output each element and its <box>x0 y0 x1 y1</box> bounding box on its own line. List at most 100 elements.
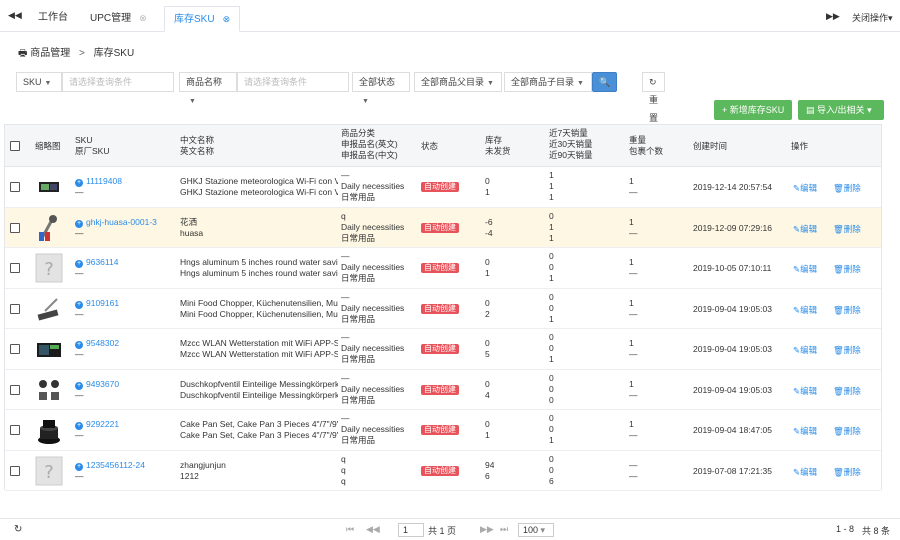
sku-link[interactable]: +9292221 <box>75 419 119 430</box>
caret-down-icon: ▼ <box>577 80 584 87</box>
created-time: 2019-12-14 20:57:54 <box>693 182 772 192</box>
product-thumbnail[interactable] <box>35 171 63 203</box>
table-row[interactable]: +9493670— Duschkopfventil Einteilige Mess… <box>5 369 881 410</box>
sales-cell: 001 <box>549 251 554 283</box>
row-checkbox[interactable] <box>10 263 20 273</box>
name-search-input[interactable]: 请选择查询条件 <box>237 72 349 92</box>
table-row[interactable]: +9548302— Mzcc WLAN Wetterstation mit WiF… <box>5 329 881 370</box>
name-field-select[interactable]: 商品名称▼ <box>179 72 237 105</box>
import-export-button[interactable]: ▤ 导入/出相关 ▾ <box>798 100 884 120</box>
expand-plus-icon[interactable]: + <box>75 260 83 268</box>
edit-button[interactable]: ✎编辑 <box>793 223 817 235</box>
row-checkbox[interactable] <box>10 465 20 476</box>
expand-plus-icon[interactable]: + <box>75 381 83 390</box>
parent-category-select[interactable]: 全部商品父目录 ▼ <box>414 72 502 92</box>
delete-button[interactable]: 🗑删除 <box>833 466 861 478</box>
sku-link[interactable]: +9493670 <box>75 379 119 390</box>
prev-page-icon[interactable]: ◀◀ <box>366 524 380 535</box>
tab-inventory-sku[interactable]: 库存SKU ⊗ <box>164 6 241 32</box>
trash-icon: 🗑 <box>833 304 844 315</box>
sku-link[interactable]: +1235456112-24 <box>75 460 145 471</box>
product-thumbnail[interactable] <box>35 414 63 446</box>
sku-link[interactable]: +9109161 <box>75 298 119 309</box>
status-select[interactable]: 全部状态▼ <box>352 72 410 105</box>
expand-plus-icon[interactable]: + <box>75 341 83 349</box>
select-all-checkbox[interactable] <box>10 141 20 151</box>
edit-button[interactable]: ✎编辑 <box>793 344 817 356</box>
product-thumbnail[interactable] <box>35 374 63 406</box>
status-badge: 自动创建 <box>421 384 459 395</box>
pagination-bar: ↻ ⏮ ◀◀ 1 共 1 页 ▶▶ ⏭ 100 ▾ 1 - 8 共 8 条 <box>0 518 900 540</box>
child-category-select[interactable]: 全部商品子目录 ▼ <box>504 72 592 92</box>
product-thumbnail[interactable] <box>35 293 63 325</box>
name-cell: 花洒 huasa <box>180 216 204 238</box>
refresh-icon[interactable]: ↻ <box>14 524 22 535</box>
edit-button[interactable]: ✎编辑 <box>793 425 817 437</box>
stock-cell: 01 <box>485 257 490 278</box>
close-icon[interactable]: ⊗ <box>139 13 147 23</box>
svg-text:?: ? <box>44 259 54 280</box>
product-thumbnail[interactable] <box>35 333 63 365</box>
table-row[interactable]: ? +9636114— Hngs aluminum 5 inches round w… <box>5 248 881 289</box>
table-row[interactable]: + ghkj-huasa-0001-3— 花洒 huasa q Daily necessi… <box>5 207 881 248</box>
product-thumbnail[interactable]: ? <box>35 455 63 487</box>
chevron-down-icon: ▾ <box>540 525 546 535</box>
tab-workbench[interactable]: 工作台 <box>30 6 76 32</box>
table-row[interactable]: +9292221— Cake Pan Set, Cake Pan 3 Pieces… <box>5 410 881 451</box>
category-cell: — Daily necessities 日常用品 <box>341 332 405 364</box>
product-thumbnail[interactable]: ? <box>35 252 63 284</box>
row-checkbox[interactable] <box>10 425 20 435</box>
sku-link[interactable]: +9636114 <box>75 257 118 268</box>
breadcrumb-parent[interactable]: 商品管理 <box>30 48 70 59</box>
edit-button[interactable]: ✎编辑 <box>793 385 817 397</box>
table-row[interactable]: +9109161— Mini Food Chopper, Küchenutensi… <box>5 288 881 329</box>
col-created: 创建时间 <box>693 141 728 151</box>
delete-button[interactable]: 🗑删除 <box>833 344 861 356</box>
row-checkbox[interactable] <box>10 303 20 314</box>
last-page-icon[interactable]: ⏭ <box>500 524 508 535</box>
expand-plus-icon[interactable]: + <box>75 179 83 187</box>
sku-link[interactable]: +11119408 <box>75 176 122 187</box>
edit-button[interactable]: ✎编辑 <box>793 466 817 478</box>
sku-link[interactable]: + ghkj-huasa-0001-3 <box>75 217 157 228</box>
sku-field-select[interactable]: SKU ▼ <box>16 72 62 92</box>
tab-upc[interactable]: UPC管理 ⊗ <box>82 6 155 32</box>
expand-plus-icon[interactable]: + <box>75 422 83 430</box>
delete-button[interactable]: 🗑删除 <box>833 223 861 235</box>
delete-button[interactable]: 🗑删除 <box>833 263 861 275</box>
tabs-prev-button[interactable]: ◀◀ <box>8 10 22 21</box>
search-button[interactable]: 🔍 查询 <box>592 72 618 123</box>
expand-plus-icon[interactable]: + <box>75 300 83 309</box>
edit-button[interactable]: ✎编辑 <box>793 182 817 194</box>
table-row[interactable]: +11119408— GHKJ Stazione meteorologica Wi… <box>5 167 881 208</box>
row-checkbox[interactable] <box>10 222 20 233</box>
next-page-icon[interactable]: ▶▶ <box>480 524 494 535</box>
sku-search-input[interactable]: 请选择查询条件 <box>62 72 174 92</box>
close-icon[interactable]: ⊗ <box>223 14 231 24</box>
expand-plus-icon[interactable]: + <box>75 219 83 228</box>
row-checkbox[interactable] <box>10 344 20 354</box>
edit-button[interactable]: ✎编辑 <box>793 304 817 316</box>
delete-button[interactable]: 🗑删除 <box>833 304 861 316</box>
tabs-next-button[interactable]: ▶▶ <box>826 11 840 22</box>
edit-button[interactable]: ✎编辑 <box>793 263 817 275</box>
weight-cell: 1— <box>629 216 638 238</box>
delete-button[interactable]: 🗑删除 <box>833 425 861 437</box>
delete-button[interactable]: 🗑删除 <box>833 182 861 194</box>
row-checkbox[interactable] <box>10 384 20 395</box>
sales-cell: 001 <box>549 413 554 445</box>
add-inventory-sku-button[interactable]: + 新增库存SKU <box>714 100 793 120</box>
product-thumbnail[interactable] <box>35 212 63 244</box>
expand-plus-icon[interactable]: + <box>75 462 83 471</box>
reset-button[interactable]: ↻ 重置 <box>642 72 666 123</box>
table-row[interactable]: ? +1235456112-24— zhangjunjun 1212 q q q 自动创建 94… <box>5 450 881 491</box>
close-operations-menu[interactable]: 关闭操作▾ <box>852 11 893 24</box>
delete-button[interactable]: 🗑删除 <box>833 385 861 397</box>
sku-link[interactable]: +9548302 <box>75 338 119 349</box>
first-page-icon[interactable]: ⏮ <box>346 524 354 535</box>
page-size-select[interactable]: 100 ▾ <box>518 523 554 537</box>
caret-down-icon: ▼ <box>487 80 494 87</box>
weight-cell: 1— <box>629 338 638 359</box>
row-checkbox[interactable] <box>10 182 20 192</box>
page-number-input[interactable]: 1 <box>398 523 424 537</box>
